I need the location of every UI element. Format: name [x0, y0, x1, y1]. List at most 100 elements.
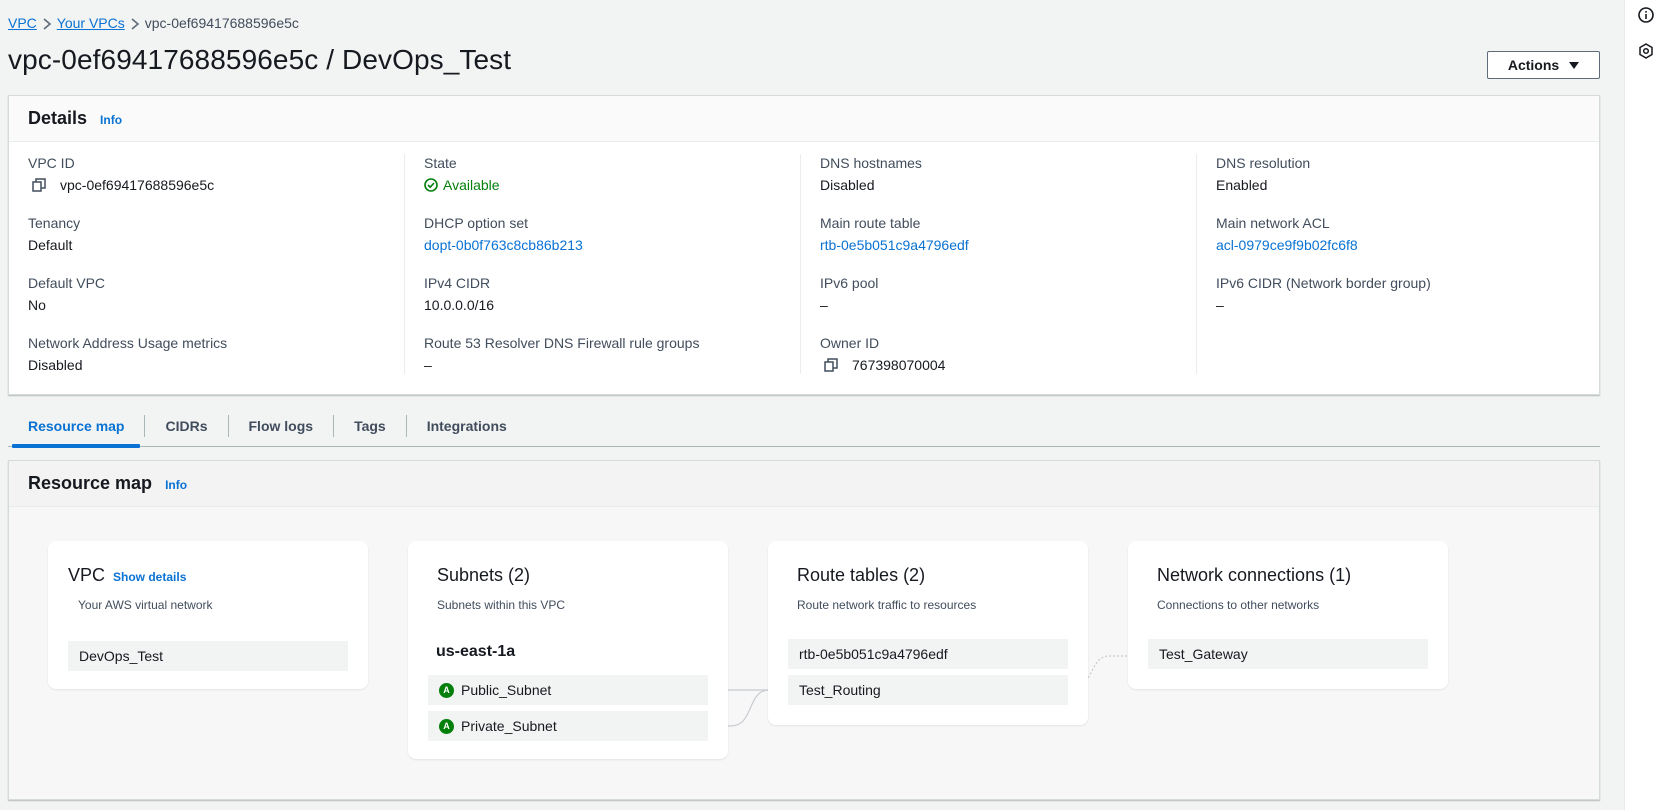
details-panel: Details Info VPC ID vpc-0ef69417688596e5…	[8, 95, 1600, 395]
caret-down-icon	[1569, 61, 1580, 69]
network-connections-card: Network connections (1) Connections to o…	[1128, 541, 1448, 689]
field-label: DHCP option set	[424, 215, 529, 231]
details-column-3: DNS hostnames Disabled Main route table …	[801, 154, 1197, 374]
field-main-network-acl: Main network ACL acl-0979ce9f9b02fc6f8	[1216, 214, 1593, 274]
field-value: vpc-0ef69417688596e5c	[60, 177, 215, 193]
route-table-node[interactable]: Test_Routing	[788, 675, 1068, 705]
field-label: Owner ID	[820, 335, 880, 351]
vpc-card-header: VPC Show details	[68, 565, 186, 586]
field-ipv6-cidr: IPv6 CIDR (Network border group) –	[1216, 274, 1593, 334]
field-label: Main network ACL	[1216, 215, 1330, 231]
breadcrumb-vpc-link[interactable]: VPC	[8, 15, 37, 31]
field-main-route-table: Main route table rtb-0e5b051c9a4796edf	[820, 214, 1196, 274]
tab-tags[interactable]: Tags	[334, 405, 406, 447]
subnet-name: Private_Subnet	[461, 718, 557, 734]
route-tables-card: Route tables (2) Route network traffic t…	[768, 541, 1088, 725]
field-label: Route 53 Resolver DNS Firewall rule grou…	[424, 335, 700, 351]
field-dns-hostnames: DNS hostnames Disabled	[820, 154, 1196, 214]
vpc-node[interactable]: DevOps_Test	[68, 641, 348, 671]
copy-icon[interactable]	[824, 358, 838, 372]
field-label: Main route table	[820, 215, 921, 231]
field-value: –	[1216, 297, 1224, 313]
field-label: Default VPC	[28, 275, 106, 291]
field-route53-firewall: Route 53 Resolver DNS Firewall rule grou…	[424, 334, 800, 394]
details-title: Details	[28, 108, 88, 128]
dhcp-option-set-link[interactable]: dopt-0b0f763c8cb86b213	[424, 236, 800, 254]
internet-gateway-node[interactable]: Test_Gateway	[1148, 639, 1428, 669]
resource-map-title: Resource map	[28, 473, 153, 493]
details-info-link[interactable]: Info	[100, 113, 122, 127]
breadcrumb-your-vpcs-link[interactable]: Your VPCs	[57, 15, 125, 31]
availability-badge-icon: A	[439, 682, 454, 698]
field-value: 10.0.0.0/16	[424, 297, 495, 313]
field-label: Network Address Usage metrics	[28, 335, 228, 351]
subnets-card: Subnets (2) Subnets within this VPC us-e…	[408, 541, 728, 759]
vpc-card-title: VPC	[68, 565, 106, 585]
field-dhcp-option-set: DHCP option set dopt-0b0f763c8cb86b213	[424, 214, 800, 274]
field-owner-id: Owner ID 767398070004	[820, 334, 1196, 394]
field-ipv6-pool: IPv6 pool –	[820, 274, 1196, 334]
vpc-card-subtitle: Your AWS virtual network	[78, 598, 213, 612]
tab-bar: Resource map CIDRs Flow logs Tags Integr…	[8, 405, 1600, 448]
breadcrumb-current: vpc-0ef69417688596e5c	[144, 15, 299, 31]
subnets-card-title: Subnets (2)	[437, 565, 531, 585]
field-tenancy: Tenancy Default	[28, 214, 404, 274]
field-value: Disabled	[820, 177, 875, 193]
field-state: State Available	[424, 154, 800, 214]
availability-badge-icon: A	[439, 718, 454, 734]
network-connections-card-title: Network connections (1)	[1157, 565, 1352, 585]
field-label: State	[424, 155, 457, 171]
tab-integrations[interactable]: Integrations	[407, 405, 527, 447]
field-label: IPv6 CIDR (Network border group)	[1216, 275, 1431, 291]
field-dns-resolution: DNS resolution Enabled	[1216, 154, 1593, 214]
details-column-2: State Available DHCP option set dopt-0b0…	[405, 154, 801, 374]
field-label: DNS resolution	[1216, 155, 1311, 171]
field-vpc-id: VPC ID vpc-0ef69417688596e5c	[28, 154, 404, 214]
chevron-right-icon	[37, 15, 57, 31]
field-value: Enabled	[1216, 177, 1268, 193]
field-value: –	[424, 357, 432, 373]
field-nau-metrics: Network Address Usage metrics Disabled	[28, 334, 404, 394]
field-value: No	[28, 297, 46, 313]
field-label: IPv6 pool	[820, 275, 879, 291]
route-table-node[interactable]: rtb-0e5b051c9a4796edf	[788, 639, 1068, 669]
actions-button[interactable]: Actions	[1487, 51, 1600, 79]
field-label: Tenancy	[28, 215, 81, 231]
actions-button-label: Actions	[1507, 57, 1560, 73]
right-utility-rail	[1624, 0, 1663, 810]
page-title: vpc-0ef69417688596e5c / DevOps_Test	[8, 44, 512, 75]
subnet-node-public[interactable]: A Public_Subnet	[428, 675, 708, 705]
breadcrumb: VPC Your VPCs vpc-0ef69417688596e5c	[8, 15, 299, 31]
details-column-1: VPC ID vpc-0ef69417688596e5c Tenancy Def…	[9, 154, 405, 374]
field-value: Disabled	[28, 357, 83, 373]
resource-map-info-link[interactable]: Info	[165, 478, 187, 492]
field-label: IPv4 CIDR	[424, 275, 491, 291]
main-content: VPC Your VPCs vpc-0ef69417688596e5c vpc-…	[0, 0, 1624, 810]
resource-map-panel: Resource map Info VPC Show details Your …	[8, 460, 1600, 800]
vpc-card: VPC Show details Your AWS virtual networ…	[48, 541, 368, 689]
field-label: VPC ID	[28, 155, 75, 171]
tab-flow-logs[interactable]: Flow logs	[229, 405, 334, 447]
copy-icon[interactable]	[32, 178, 46, 192]
settings-hexagon-icon[interactable]	[1638, 43, 1654, 59]
info-icon[interactable]	[1638, 7, 1654, 23]
status-value: Available	[443, 177, 500, 193]
field-value: –	[820, 297, 828, 313]
check-circle-icon	[424, 178, 438, 192]
field-ipv4-cidr: IPv4 CIDR 10.0.0.0/16	[424, 274, 800, 334]
show-details-link[interactable]: Show details	[113, 570, 186, 584]
route-tables-card-subtitle: Route network traffic to resources	[797, 598, 977, 612]
main-network-acl-link[interactable]: acl-0979ce9f9b02fc6f8	[1216, 236, 1593, 254]
main-route-table-link[interactable]: rtb-0e5b051c9a4796edf	[820, 236, 1196, 254]
subnet-name: Public_Subnet	[461, 682, 552, 698]
availability-zone-label: us-east-1a	[436, 643, 516, 660]
field-label: DNS hostnames	[820, 155, 922, 171]
resource-map-header: Resource map Info	[9, 461, 1599, 507]
network-connections-card-subtitle: Connections to other networks	[1157, 598, 1320, 612]
chevron-right-icon	[125, 15, 145, 31]
tab-resource-map[interactable]: Resource map	[8, 405, 144, 448]
subnet-node-private[interactable]: A Private_Subnet	[428, 711, 708, 741]
field-value: Default	[28, 237, 73, 253]
details-header: Details Info	[9, 96, 1599, 142]
tab-cidrs[interactable]: CIDRs	[145, 405, 227, 447]
